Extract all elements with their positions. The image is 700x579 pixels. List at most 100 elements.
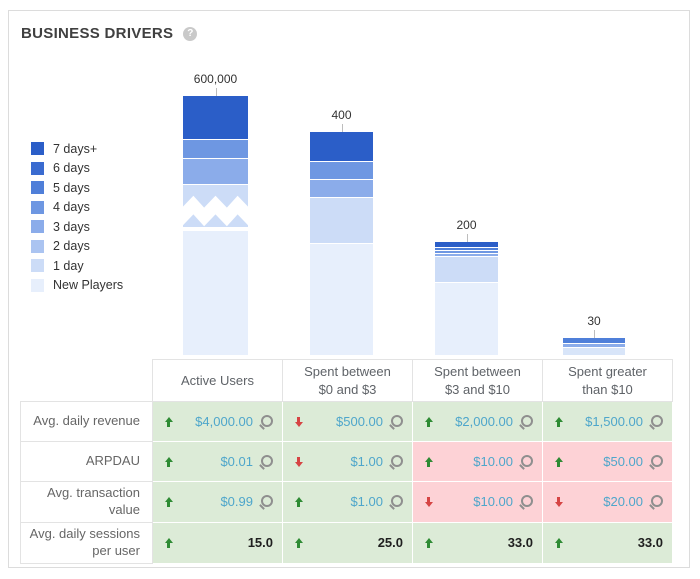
metric-cell: $500.00 xyxy=(282,401,413,443)
bar-tick xyxy=(594,330,595,338)
metric-cell: $50.00 xyxy=(542,441,673,483)
metric-value[interactable]: $10.00 xyxy=(473,494,513,509)
bar-segment[interactable] xyxy=(310,161,373,179)
stacked-bar[interactable]: 600,000 xyxy=(182,72,249,355)
magnifier-icon[interactable] xyxy=(389,414,403,429)
bar-segment[interactable] xyxy=(183,158,248,184)
metric-value[interactable]: $1.00 xyxy=(350,494,383,509)
metric-cell: 25.0 xyxy=(282,521,413,564)
bar-segment[interactable] xyxy=(310,132,373,161)
arrow-stem xyxy=(427,461,430,467)
arrow-stem xyxy=(167,421,170,427)
metric-cell: $1.00 xyxy=(282,481,413,523)
magnifier-icon[interactable] xyxy=(519,454,533,469)
magnifier-icon[interactable] xyxy=(389,454,403,469)
metric-value[interactable]: $10.00 xyxy=(473,454,513,469)
trend-up-icon xyxy=(424,416,433,427)
bar-segment[interactable] xyxy=(183,139,248,158)
column-header: Spent between $0 and $3 xyxy=(282,358,413,403)
arrow-head xyxy=(294,421,303,427)
metric-cell-content: $0.01 xyxy=(153,454,282,469)
metric-value[interactable]: $1,500.00 xyxy=(585,414,643,429)
metric-value[interactable]: $4,000.00 xyxy=(195,414,253,429)
metric-cell-content: $20.00 xyxy=(543,494,672,509)
metric-value: 25.0 xyxy=(377,535,403,551)
metric-value[interactable]: $0.01 xyxy=(220,454,253,469)
metric-value[interactable]: $2,000.00 xyxy=(455,414,513,429)
metric-value: 33.0 xyxy=(637,535,663,551)
magnifier-icon[interactable] xyxy=(259,414,273,429)
arrow-stem xyxy=(427,542,430,548)
magnifier-icon[interactable] xyxy=(649,414,663,429)
magnifier-icon[interactable] xyxy=(389,494,403,509)
magnifier-icon[interactable] xyxy=(519,494,533,509)
magnifier-icon[interactable] xyxy=(519,414,533,429)
stacked-bar[interactable]: 200 xyxy=(435,218,498,355)
arrow-stem xyxy=(557,542,560,548)
metric-cell-content: $0.99 xyxy=(153,494,282,509)
magnifier-icon[interactable] xyxy=(259,454,273,469)
arrow-stem xyxy=(427,421,430,427)
bar-tick xyxy=(215,88,217,96)
bar-segment[interactable] xyxy=(435,256,498,282)
bar-segment[interactable] xyxy=(563,347,625,355)
bar-segment[interactable] xyxy=(310,179,373,197)
trend-down-icon xyxy=(294,416,303,427)
magnifier-icon[interactable] xyxy=(259,494,273,509)
bar-segment[interactable] xyxy=(183,230,248,355)
magnifier-icon[interactable] xyxy=(649,494,663,509)
arrow-stem xyxy=(167,542,170,548)
trend-down-icon xyxy=(424,496,433,507)
bar-segment[interactable] xyxy=(310,243,373,355)
trend-up-icon xyxy=(554,416,563,427)
bar-tick xyxy=(466,234,468,242)
stacked-bar[interactable]: 400 xyxy=(310,108,373,355)
metric-cell: 33.0 xyxy=(542,521,673,564)
trend-up-icon xyxy=(424,537,433,548)
business-drivers-panel: BUSINESS DRIVERS ? 7 days+ 6 days 5 days 4 … xyxy=(8,10,690,568)
bar-segment[interactable] xyxy=(310,197,373,243)
metric-cell: $2,000.00 xyxy=(412,401,543,443)
metric-value[interactable]: $20.00 xyxy=(603,494,643,509)
stacked-bar[interactable]: 30 xyxy=(563,314,625,355)
trend-up-icon xyxy=(164,537,173,548)
metric-value[interactable]: $0.99 xyxy=(220,494,253,509)
trend-up-icon xyxy=(164,416,173,427)
metric-cell: $10.00 xyxy=(412,441,543,483)
metric-cell-content: 33.0 xyxy=(543,535,672,550)
metric-cell: $4,000.00 xyxy=(152,401,283,443)
trend-down-icon xyxy=(294,456,303,467)
arrow-stem xyxy=(297,501,300,507)
arrow-stem xyxy=(557,421,560,427)
metric-cell-content: $10.00 xyxy=(413,494,542,509)
trend-up-icon xyxy=(554,537,563,548)
arrow-stem xyxy=(167,501,170,507)
magnifier-icon[interactable] xyxy=(649,454,663,469)
column-header: Active Users xyxy=(152,358,283,403)
metric-row-label: Avg. transaction value xyxy=(20,481,153,523)
bar-tick xyxy=(341,124,343,132)
metric-value[interactable]: $500.00 xyxy=(336,414,383,429)
metric-cell-content: $1.00 xyxy=(283,494,412,509)
table-corner-spacer xyxy=(20,359,153,402)
metric-cell: $1.00 xyxy=(282,441,413,483)
trend-down-icon xyxy=(554,496,563,507)
arrow-stem xyxy=(297,542,300,548)
arrow-head xyxy=(424,501,433,507)
metric-value[interactable]: $1.00 xyxy=(350,454,383,469)
trend-up-icon xyxy=(424,456,433,467)
trend-up-icon xyxy=(294,537,303,548)
metric-value[interactable]: $50.00 xyxy=(603,454,643,469)
bar-segment[interactable] xyxy=(183,96,248,139)
business-drivers-table: Active Users Spent between $0 and $3 Spent… xyxy=(20,358,673,564)
arrow-head xyxy=(554,501,563,507)
metric-cell-content: $1,500.00 xyxy=(543,414,672,429)
trend-up-icon xyxy=(164,456,173,467)
trend-up-icon xyxy=(164,496,173,507)
metric-cell-content: 25.0 xyxy=(283,535,412,550)
metric-cell-content: $50.00 xyxy=(543,454,672,469)
metric-cell-content: 15.0 xyxy=(153,535,282,550)
metric-value: 15.0 xyxy=(247,535,273,551)
bar-segment[interactable] xyxy=(435,282,498,355)
metric-cell: $0.01 xyxy=(152,441,283,483)
